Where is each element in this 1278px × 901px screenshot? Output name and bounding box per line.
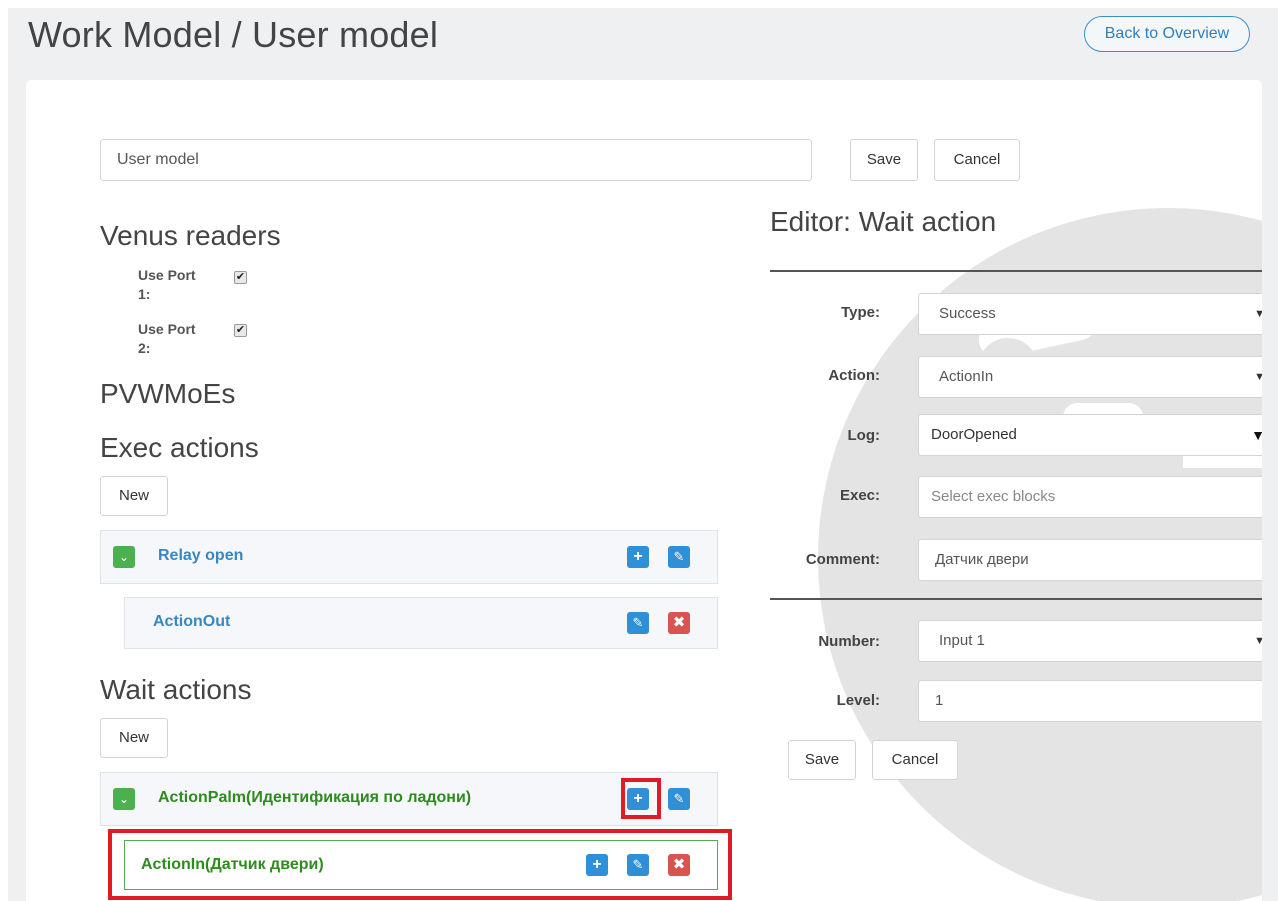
caret-down-icon: ▼ — [1251, 427, 1262, 443]
cancel-button[interactable]: Cancel — [934, 139, 1020, 181]
number-select[interactable]: Input 1 ▼ — [918, 620, 1262, 662]
level-label: Level: — [836, 692, 880, 709]
action-label: Action: — [828, 367, 880, 384]
exec-actions-heading: Exec actions — [100, 432, 259, 463]
save-button[interactable]: Save — [850, 139, 918, 181]
use-port-1-label: Use Port 1: — [138, 267, 196, 302]
exec-placeholder: Select exec blocks — [931, 488, 1056, 505]
exec-action-row[interactable]: ⌄ Relay open + ✎ — [100, 530, 718, 584]
new-exec-action-button[interactable]: New — [100, 476, 168, 516]
comment-value: Датчик двери — [935, 551, 1029, 568]
editor-title: Editor: Wait action — [770, 206, 997, 237]
wait-actions-heading: Wait actions — [100, 674, 252, 705]
exec-action-label[interactable]: Relay open — [158, 547, 243, 565]
exec-label: Exec: — [839, 487, 880, 504]
chevron-down-icon[interactable]: ⌄ — [113, 546, 135, 568]
level-value: 1 — [935, 692, 944, 709]
log-value: DoorOpened — [931, 426, 1017, 443]
chevron-down-icon[interactable]: ⌄ — [113, 788, 135, 810]
main-card: Save Cancel Venus readers Use Port 1: ✔ … — [26, 80, 1262, 901]
caret-down-icon: ▼ — [1254, 371, 1262, 383]
use-port-1-checkbox[interactable]: ✔ — [234, 271, 247, 284]
comment-label: Comment: — [805, 551, 880, 568]
back-to-overview-button[interactable]: Back to Overview — [1084, 16, 1250, 52]
number-label: Number: — [818, 633, 880, 650]
edit-icon[interactable]: ✎ — [668, 788, 690, 810]
highlight-box — [621, 778, 661, 819]
use-port-2-checkbox[interactable]: ✔ — [234, 324, 247, 337]
plus-icon[interactable]: + — [627, 546, 649, 568]
type-label: Type: — [841, 304, 880, 321]
editor-divider — [770, 270, 1262, 272]
page-title: Work Model / User model — [28, 14, 439, 55]
edit-icon[interactable]: ✎ — [627, 612, 649, 634]
wait-action-label[interactable]: ActionPalm(Идентификация по ладони) — [158, 789, 471, 807]
type-value: Success — [939, 305, 996, 322]
exec-blocks-input[interactable]: Select exec blocks — [918, 476, 1262, 518]
exec-child-label[interactable]: ActionOut — [153, 613, 230, 631]
exec-child-row[interactable]: ActionOut ✎ ✖ — [124, 597, 718, 649]
editor-cancel-button[interactable]: Cancel — [872, 740, 958, 780]
caret-down-icon: ▼ — [1254, 308, 1262, 320]
caret-down-icon: ▼ — [1254, 635, 1262, 647]
type-select[interactable]: Success ▼ — [918, 293, 1262, 335]
editor-divider — [770, 598, 1262, 600]
new-wait-action-button[interactable]: New — [100, 718, 168, 758]
level-input[interactable]: 1 — [918, 680, 1262, 722]
edit-icon[interactable]: ✎ — [668, 546, 690, 568]
model-name-input[interactable] — [100, 139, 812, 181]
number-value: Input 1 — [939, 632, 985, 649]
close-icon[interactable]: ✖ — [668, 612, 690, 634]
use-port-2-label: Use Port 2: — [138, 321, 196, 356]
log-label: Log: — [847, 427, 880, 444]
action-select[interactable]: ActionIn ▼ — [918, 356, 1262, 398]
action-value: ActionIn — [939, 368, 994, 385]
venus-readers-heading: Venus readers — [100, 220, 281, 251]
editor-save-button[interactable]: Save — [788, 740, 856, 780]
log-select[interactable]: DoorOpened ▼ — [918, 414, 1262, 456]
pvwmoes-heading: PVWMoEs — [100, 378, 236, 409]
highlight-box — [108, 829, 732, 900]
comment-input[interactable]: Датчик двери — [918, 539, 1262, 581]
